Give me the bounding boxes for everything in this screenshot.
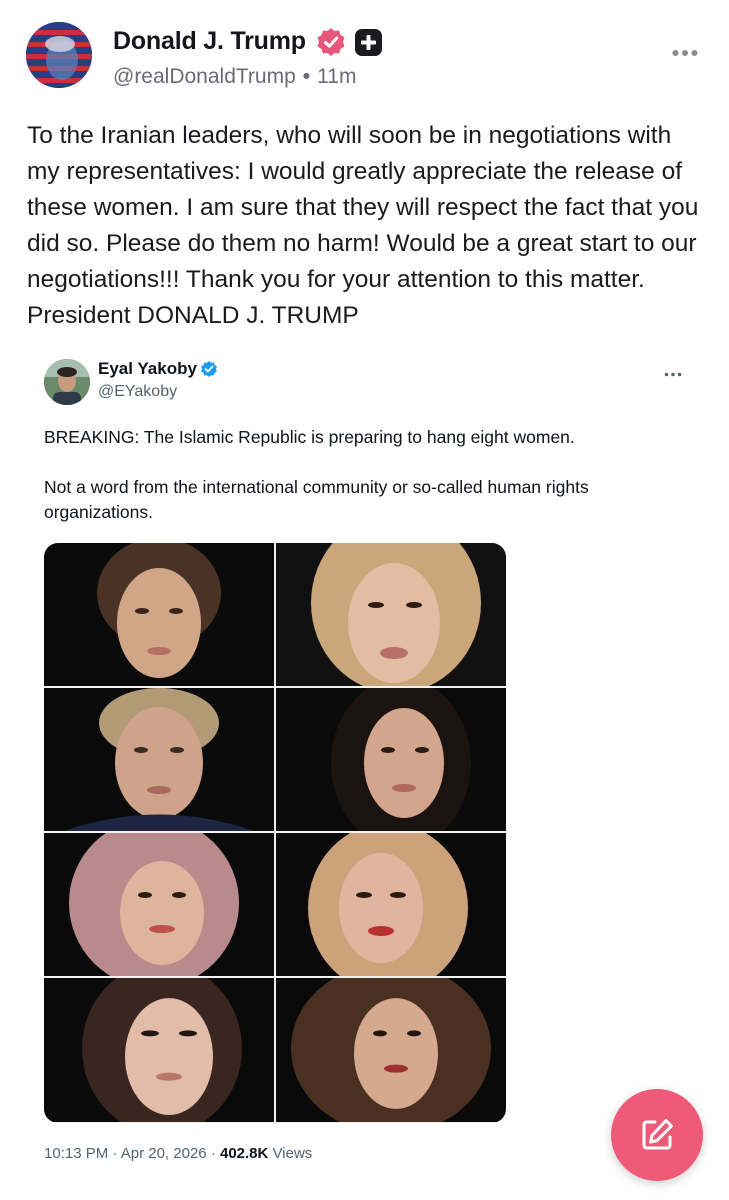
author-avatar[interactable] <box>26 22 92 88</box>
verified-badge-icon <box>317 28 345 56</box>
embedded-text-line2: Not a word from the international commun… <box>44 477 589 522</box>
embedded-time: 10:13 PM <box>44 1145 109 1162</box>
compose-icon <box>642 1119 673 1150</box>
embedded-views-label: Views <box>272 1145 313 1162</box>
portrait-photo-4 <box>276 688 506 831</box>
embedded-more-icon <box>664 361 682 382</box>
compose-button[interactable] <box>611 1089 703 1181</box>
author-name[interactable]: Donald J. Trump <box>113 27 306 56</box>
portrait-photo-5 <box>44 833 274 976</box>
post: Donald J. Trump @realDonaldTrump • 11m To … <box>0 0 729 1200</box>
post-time: 11m <box>317 65 357 88</box>
author-handle[interactable]: @realDonaldTrump <box>113 65 296 88</box>
embedded-author-avatar <box>44 359 90 405</box>
portrait-photo-1 <box>44 543 274 686</box>
embedded-text: BREAKING: The Islamic Republic is prepar… <box>44 425 694 550</box>
portrait-photo-6 <box>276 833 506 976</box>
more-options-icon[interactable] <box>672 38 698 58</box>
embedded-tweet-image[interactable]: Eyal Yakoby @EYakoby BREAKING: The Islam… <box>0 345 729 1175</box>
portrait-photo-3 <box>44 688 274 831</box>
embedded-author-name: Eyal Yakoby <box>98 359 197 378</box>
embedded-date: Apr 20, 2026 <box>120 1145 207 1162</box>
portrait-photo-2 <box>276 543 506 686</box>
meta-separator: · <box>112 1145 121 1162</box>
post-text: To the Iranian leaders, who will soon be… <box>27 122 699 329</box>
portrait-photo-7 <box>44 978 274 1122</box>
handle-line: @realDonaldTrump • 11m <box>113 65 356 89</box>
embedded-views-count: 402.8K <box>219 1145 269 1162</box>
plus-badge-icon <box>355 29 382 56</box>
photo-grid <box>44 543 506 1123</box>
portrait-photo-8 <box>276 978 506 1122</box>
embedded-meta: 10:13 PM · Apr 20, 2026 · 402.8K Views <box>44 1145 312 1162</box>
embedded-text-line1: BREAKING: The Islamic Republic is prepar… <box>44 427 575 447</box>
embedded-author-handle: @EYakoby <box>98 383 178 400</box>
embedded-verified-icon <box>201 361 217 377</box>
separator-dot: • <box>302 65 311 88</box>
meta-separator: · <box>210 1145 220 1162</box>
